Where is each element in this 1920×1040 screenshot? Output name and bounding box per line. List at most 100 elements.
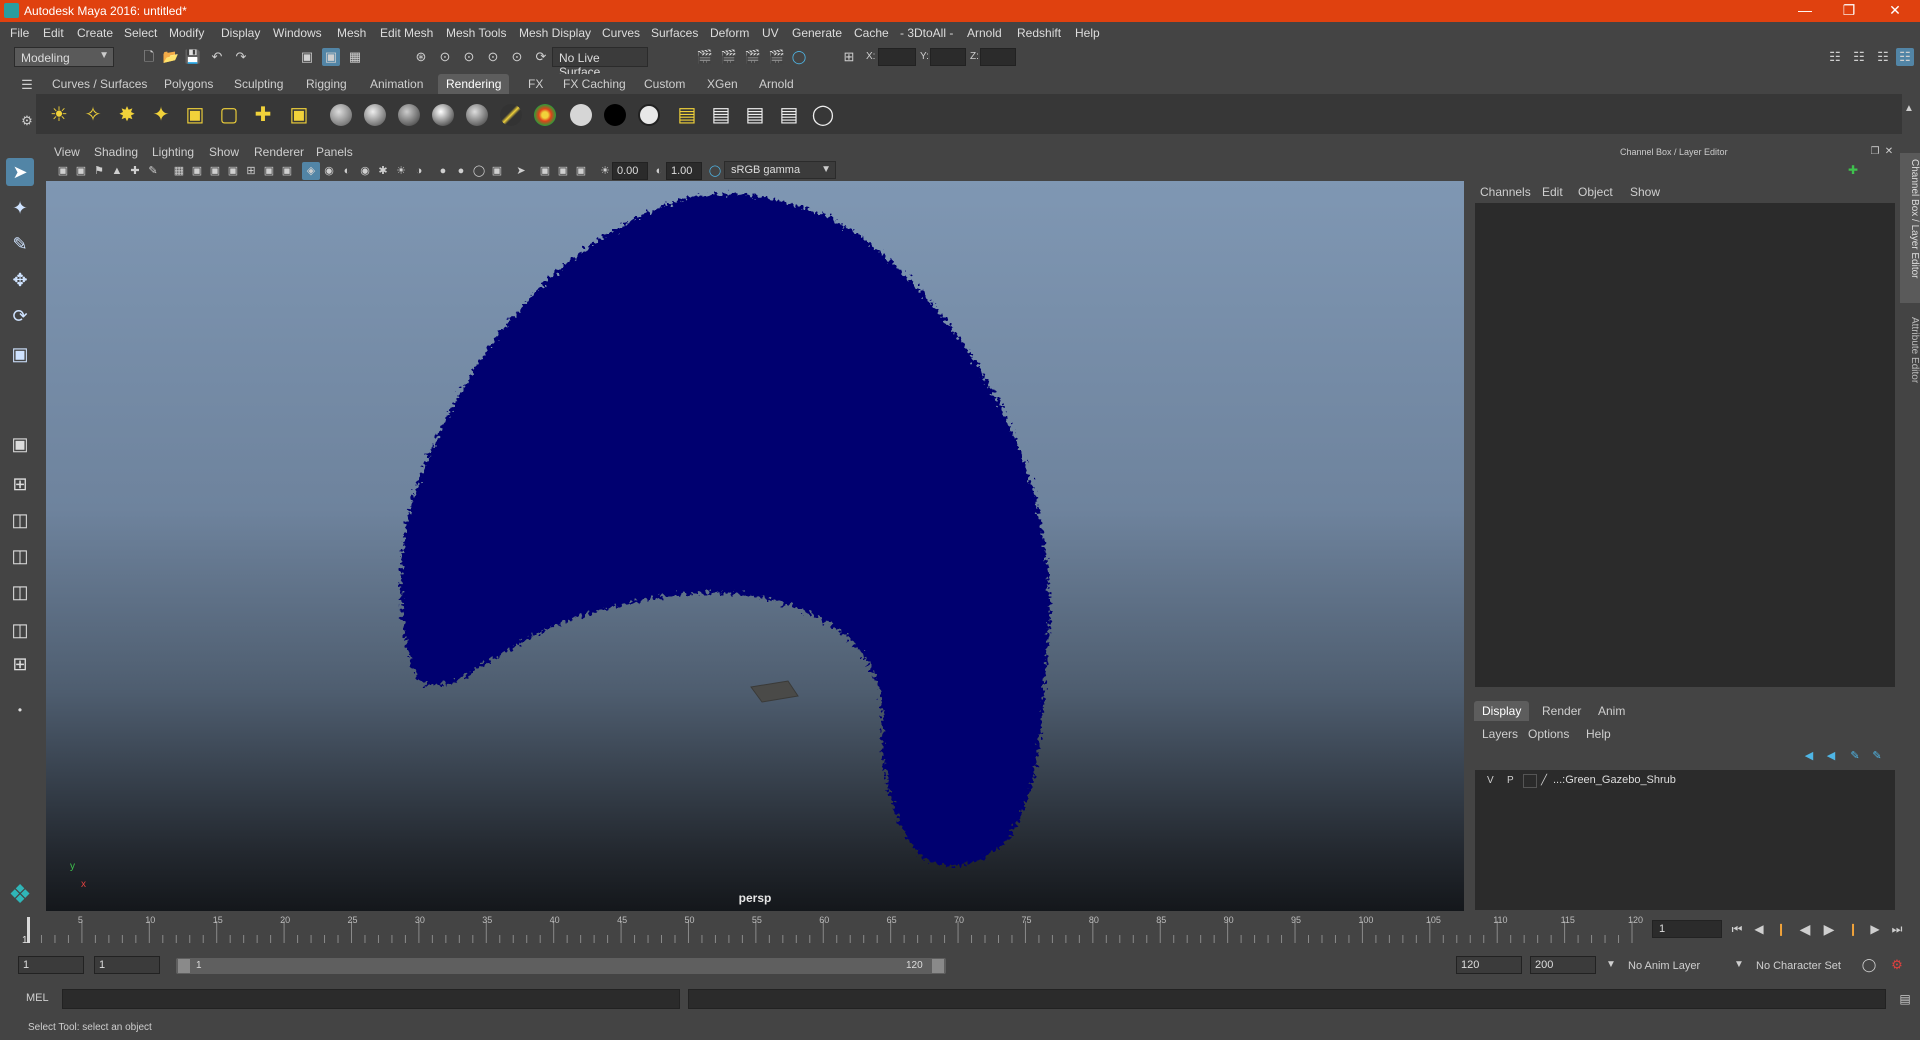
shading-map-icon[interactable] xyxy=(638,104,660,126)
lasso-tool-icon[interactable]: ✦ xyxy=(6,194,34,222)
tab-fx-caching[interactable]: FX Caching xyxy=(555,74,634,94)
surface-shader-icon[interactable] xyxy=(570,104,592,126)
script-editor-icon[interactable]: ▤ xyxy=(1896,990,1914,1008)
two-view-layout-icon[interactable]: ◫ xyxy=(6,506,34,534)
range-slider[interactable]: 1 120 xyxy=(176,958,946,974)
new-layer-selected-icon[interactable]: ✎ xyxy=(1868,747,1886,765)
layer-tab-anim[interactable]: Anim xyxy=(1590,701,1633,721)
resolution-gate-icon[interactable]: ▣ xyxy=(206,162,224,180)
perspective-viewport[interactable]: y x persp xyxy=(46,181,1464,911)
render-frame-icon[interactable]: 🎬 xyxy=(696,48,714,66)
menu-file[interactable]: File xyxy=(10,26,29,40)
tab-arnold[interactable]: Arnold xyxy=(751,74,802,94)
menu-redshift[interactable]: Redshift xyxy=(1017,26,1061,40)
use-background-icon[interactable] xyxy=(604,104,626,126)
live-surface-field[interactable]: No Live Surface xyxy=(552,47,648,79)
step-back-key-icon[interactable]: ◀ xyxy=(1750,920,1768,938)
menu-surfaces[interactable]: Surfaces xyxy=(651,26,698,40)
persp-graph-layout-icon[interactable]: ◫ xyxy=(6,578,34,606)
custom-layout-icon[interactable]: • xyxy=(6,696,34,724)
manipulator-icon[interactable]: ✚ xyxy=(1844,161,1862,179)
range-start-handle[interactable] xyxy=(178,959,190,973)
save-scene-icon[interactable]: 💾 xyxy=(184,48,202,66)
xray-joints-icon[interactable]: ▣ xyxy=(572,162,590,180)
color-space-dropdown[interactable]: sRGB gamma ▼ xyxy=(724,161,836,179)
anim-layer-label[interactable]: No Anim Layer xyxy=(1628,960,1700,972)
render-settings-icon[interactable]: 🎬 xyxy=(744,48,762,66)
rotate-tool-icon[interactable]: ⟳ xyxy=(6,302,34,330)
animation-preferences-icon[interactable]: ⚙ xyxy=(1888,956,1906,974)
anisotropic-material-icon[interactable] xyxy=(466,104,488,126)
hypershade-layout-icon[interactable]: ⊞ xyxy=(6,650,34,678)
layer-name[interactable]: ...:Green_Gazebo_Shrub xyxy=(1553,774,1676,786)
auto-key-icon[interactable]: ◯ xyxy=(1860,956,1878,974)
render-view-icon[interactable]: ◯ xyxy=(790,48,808,66)
new-layer-icon[interactable]: ✎ xyxy=(1846,747,1864,765)
tab-rendering[interactable]: Rendering xyxy=(438,74,510,94)
directional-light-icon[interactable]: ✧ xyxy=(80,102,106,128)
close-panel-icon[interactable]: ✕ xyxy=(1880,143,1898,161)
current-frame-field[interactable]: 1 xyxy=(1652,920,1722,938)
y-field[interactable] xyxy=(930,48,966,66)
four-view-layout-icon[interactable]: ⊞ xyxy=(6,470,34,498)
menu-mesh-display[interactable]: Mesh Display xyxy=(519,26,591,40)
point-light-icon[interactable]: ✸ xyxy=(114,102,140,128)
outliner-layout-icon[interactable]: ◫ xyxy=(6,616,34,644)
channel-menu-object[interactable]: Object xyxy=(1578,185,1613,199)
layer-menu-help[interactable]: Help xyxy=(1586,727,1611,741)
wireframe-icon[interactable]: ◈ xyxy=(302,162,320,180)
layer-menu-options[interactable]: Options xyxy=(1528,727,1569,741)
play-backwards-icon[interactable]: ◀ xyxy=(1796,920,1814,938)
lambert-material-icon[interactable] xyxy=(364,104,386,126)
playback-start-field[interactable]: 1 xyxy=(94,956,160,974)
render-layer-icon[interactable]: ▤ xyxy=(674,102,700,128)
viewport-menu-panels[interactable]: Panels xyxy=(316,145,353,159)
tab-polygons[interactable]: Polygons xyxy=(156,74,221,94)
tab-rigging[interactable]: Rigging xyxy=(298,74,355,94)
snap-view-icon[interactable]: ⊙ xyxy=(484,48,502,66)
menu-edit[interactable]: Edit xyxy=(43,26,64,40)
channel-menu-edit[interactable]: Edit xyxy=(1542,185,1563,199)
new-scene-icon[interactable]: 🗋 xyxy=(140,48,158,66)
wireframe-on-shaded-icon[interactable]: ◉ xyxy=(356,162,374,180)
menu-curves[interactable]: Curves xyxy=(602,26,640,40)
blinn-material-icon[interactable] xyxy=(330,104,352,126)
layer-visibility-toggle[interactable]: V xyxy=(1487,775,1494,786)
render-settings-shelf-icon[interactable]: ◯ xyxy=(810,102,836,128)
step-back-frame-icon[interactable]: ❙ xyxy=(1772,920,1790,938)
volume-light-icon[interactable]: ▢ xyxy=(216,102,242,128)
close-icon[interactable]: ✕ xyxy=(1872,0,1918,22)
go-to-start-icon[interactable]: ⏮ xyxy=(1728,920,1746,938)
channel-list[interactable] xyxy=(1475,203,1895,687)
paint-select-icon[interactable]: ✎ xyxy=(6,230,34,258)
menu-windows[interactable]: Windows xyxy=(273,26,322,40)
redo-icon[interactable]: ↷ xyxy=(232,48,250,66)
menu-mesh-tools[interactable]: Mesh Tools xyxy=(446,26,506,40)
channel-menu-channels[interactable]: Channels xyxy=(1480,185,1531,199)
menu-display[interactable]: Display xyxy=(221,26,260,40)
time-slider[interactable]: 5 10 15 20 25 30 35 40 45 50 55 60 65 70 75 80 85 90 95 100… xyxy=(16,913,1644,946)
undo-icon[interactable]: ↶ xyxy=(208,48,226,66)
layered-shader-icon[interactable] xyxy=(500,104,522,126)
go-to-end-icon[interactable]: ⏭ xyxy=(1888,920,1906,938)
side-tab-channel-box[interactable]: Channel Box / Layer Editor xyxy=(1900,153,1920,303)
animation-start-field[interactable]: 1 xyxy=(18,956,84,974)
side-tab-attribute-editor[interactable]: Attribute Editor xyxy=(1900,311,1920,421)
command-input[interactable] xyxy=(62,989,680,1009)
select-hierarchy-icon[interactable]: ▣ xyxy=(298,48,316,66)
ground-plane[interactable] xyxy=(750,680,799,703)
play-forwards-icon[interactable]: ▶ xyxy=(1820,920,1838,938)
channel-box-toggle-icon[interactable]: ☷ xyxy=(1896,48,1914,66)
2d-pan-zoom-icon[interactable]: ✚ xyxy=(126,162,144,180)
attribute-editor-icon[interactable]: ☷ xyxy=(1850,48,1868,66)
snap-grid-icon[interactable]: ⊛ xyxy=(412,48,430,66)
shelf-scroll-icon[interactable]: ▲ xyxy=(1900,100,1918,118)
layer-tab-display[interactable]: Display xyxy=(1474,701,1530,721)
menu-edit-mesh[interactable]: Edit Mesh xyxy=(380,26,433,40)
spot-light-icon[interactable]: ✦ xyxy=(148,102,174,128)
tab-fx[interactable]: FX xyxy=(520,74,551,94)
snap-curve-icon[interactable]: ⊙ xyxy=(436,48,454,66)
bookmark-icon[interactable]: ⚑ xyxy=(90,162,108,180)
layer-row[interactable]: V P ╱ ...:Green_Gazebo_Shrub xyxy=(1477,772,1893,790)
phong-material-icon[interactable] xyxy=(398,104,420,126)
